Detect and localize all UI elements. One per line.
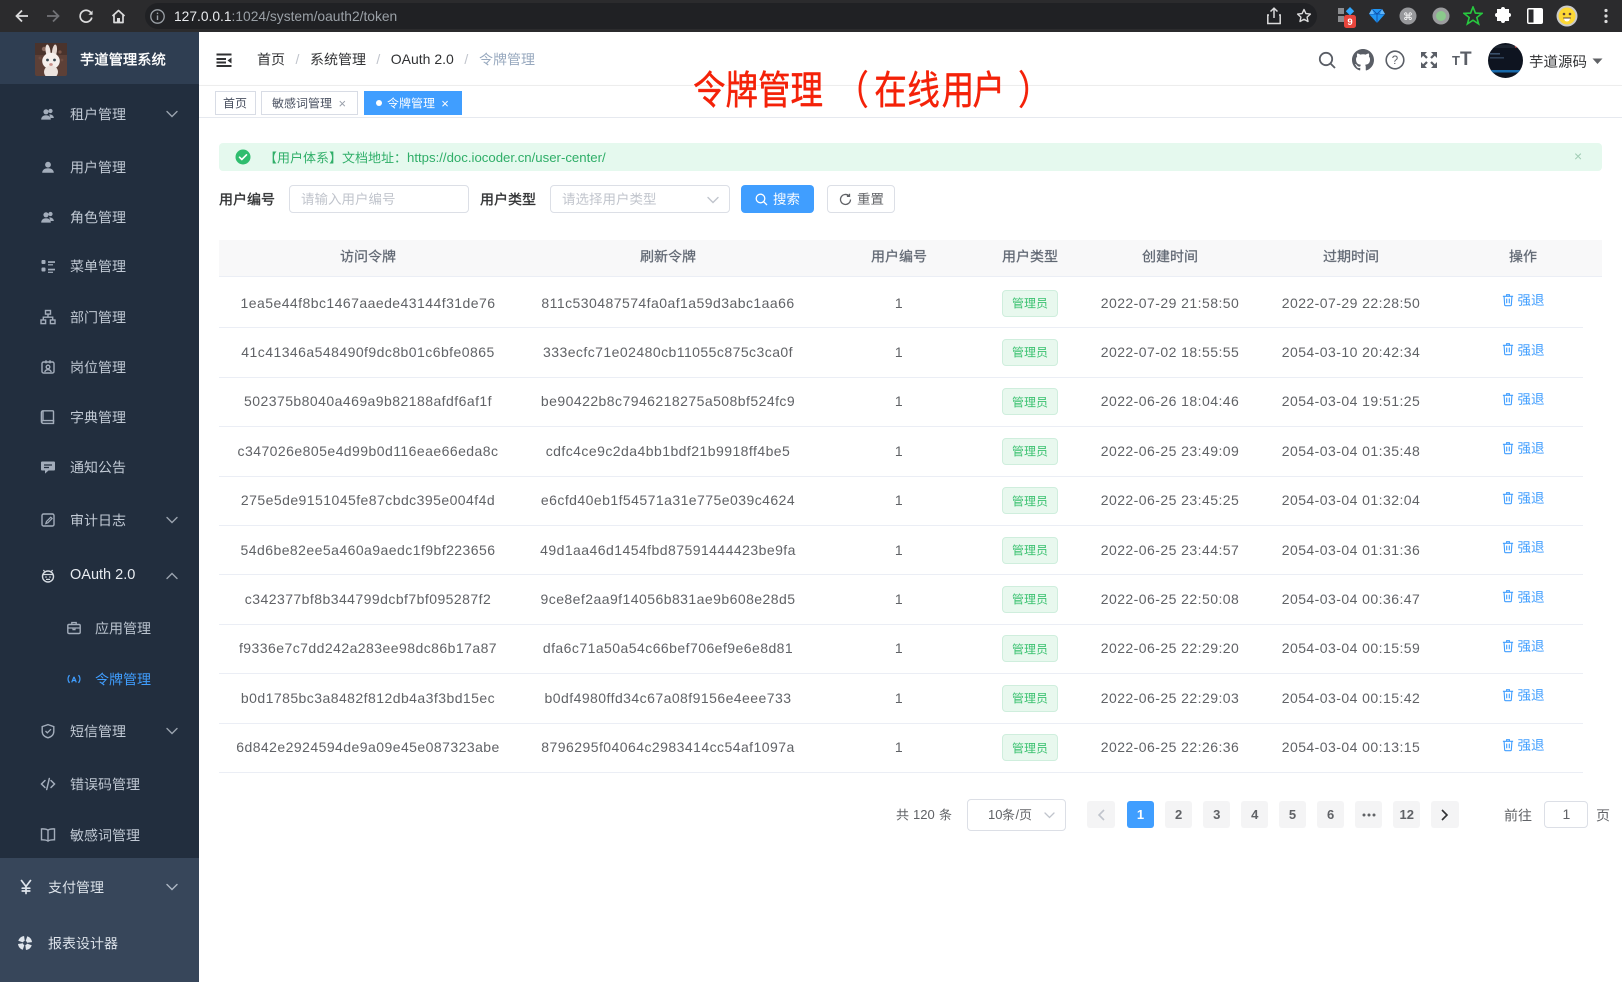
svg-text:9: 9 (1347, 17, 1352, 28)
svg-text:?: ? (1392, 55, 1398, 67)
svg-text:⌘: ⌘ (1403, 12, 1413, 23)
